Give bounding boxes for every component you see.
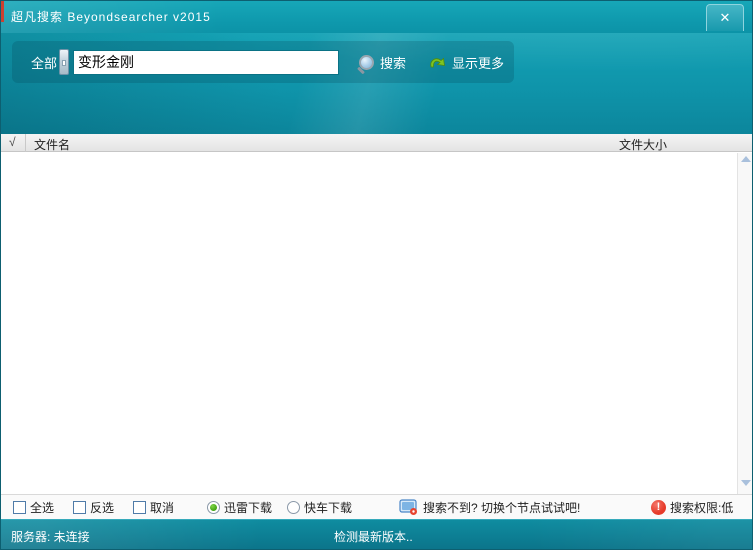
search-permission-label: 搜索权限:低: [670, 501, 734, 515]
scrollbar[interactable]: [737, 153, 752, 494]
titlebar-accent-strip: [1, 1, 4, 22]
switch-node-hint-label: 搜索不到? 切换个节点试试吧!: [423, 501, 581, 515]
app-window: 超凡搜索 Beyondsearcher v2015 ✕ 全部 搜索 显示更多: [0, 0, 753, 550]
radio-label: 快车下载: [304, 501, 353, 515]
scope-select[interactable]: 全部: [31, 53, 57, 72]
server-status-text: 服务器: 未连接: [11, 530, 90, 544]
checkbox-icon: [73, 501, 86, 514]
checkbox-label: 反选: [90, 501, 115, 515]
column-header-filesize[interactable]: 文件大小: [619, 136, 667, 153]
search-button[interactable]: 搜索: [357, 53, 407, 74]
search-button-label: 搜索: [380, 55, 407, 71]
switch-node-hint[interactable]: 搜索不到? 切换个节点试试吧!: [399, 495, 580, 520]
close-icon: ✕: [719, 10, 731, 25]
window-title: 超凡搜索 Beyondsearcher v2015: [11, 10, 211, 24]
radio-icon: [287, 501, 300, 514]
scroll-up-icon[interactable]: [741, 156, 751, 162]
results-list[interactable]: [1, 153, 752, 494]
search-permission-status: ! 搜索权限:低: [651, 495, 733, 520]
show-more-button[interactable]: 显示更多: [428, 53, 504, 72]
search-input[interactable]: [73, 49, 340, 75]
radio-thunder-download[interactable]: 迅雷下载: [207, 495, 272, 520]
checkbox-label: 取消: [150, 501, 175, 515]
radio-selected-icon: [207, 501, 220, 514]
scroll-down-icon[interactable]: [741, 480, 751, 486]
green-arrow-icon: [430, 57, 446, 68]
update-status-text: 检测最新版本..: [334, 530, 413, 544]
scope-dropdown-button[interactable]: [59, 49, 70, 75]
checkbox-icon: [133, 501, 146, 514]
checkbox-label: 全选: [30, 501, 55, 515]
radio-label: 迅雷下载: [224, 501, 273, 515]
column-header-filename[interactable]: 文件名: [34, 136, 70, 153]
search-header: 全部 搜索 显示更多: [1, 33, 752, 134]
status-bar: 服务器: 未连接 检测最新版本..: [1, 519, 752, 549]
bottom-toolbar: 全选 反选 取消 迅雷下载 快车下载 搜索不到? 切换个节点试试吧! ! 搜索权…: [1, 494, 752, 519]
title-bar: 超凡搜索 Beyondsearcher v2015 ✕: [1, 1, 752, 33]
radio-flashget-download[interactable]: 快车下载: [287, 495, 352, 520]
checkbox-invert-selection[interactable]: 反选: [73, 495, 114, 520]
show-more-label: 显示更多: [452, 55, 505, 71]
dropdown-thumb-icon: [62, 60, 67, 66]
column-separator: [25, 134, 26, 152]
exclamation-icon: !: [651, 500, 666, 515]
monitor-icon: [399, 499, 417, 515]
close-button[interactable]: ✕: [706, 4, 744, 31]
magnifier-handle: [357, 66, 365, 74]
checkbox-select-all[interactable]: 全选: [13, 495, 54, 520]
magnifier-icon: [357, 54, 375, 74]
list-column-header: √ 文件名 文件大小: [1, 134, 752, 152]
checkbox-cancel[interactable]: 取消: [133, 495, 174, 520]
search-panel: 全部 搜索 显示更多: [12, 41, 514, 83]
checkbox-icon: [13, 501, 26, 514]
select-column-header[interactable]: √: [9, 135, 16, 149]
